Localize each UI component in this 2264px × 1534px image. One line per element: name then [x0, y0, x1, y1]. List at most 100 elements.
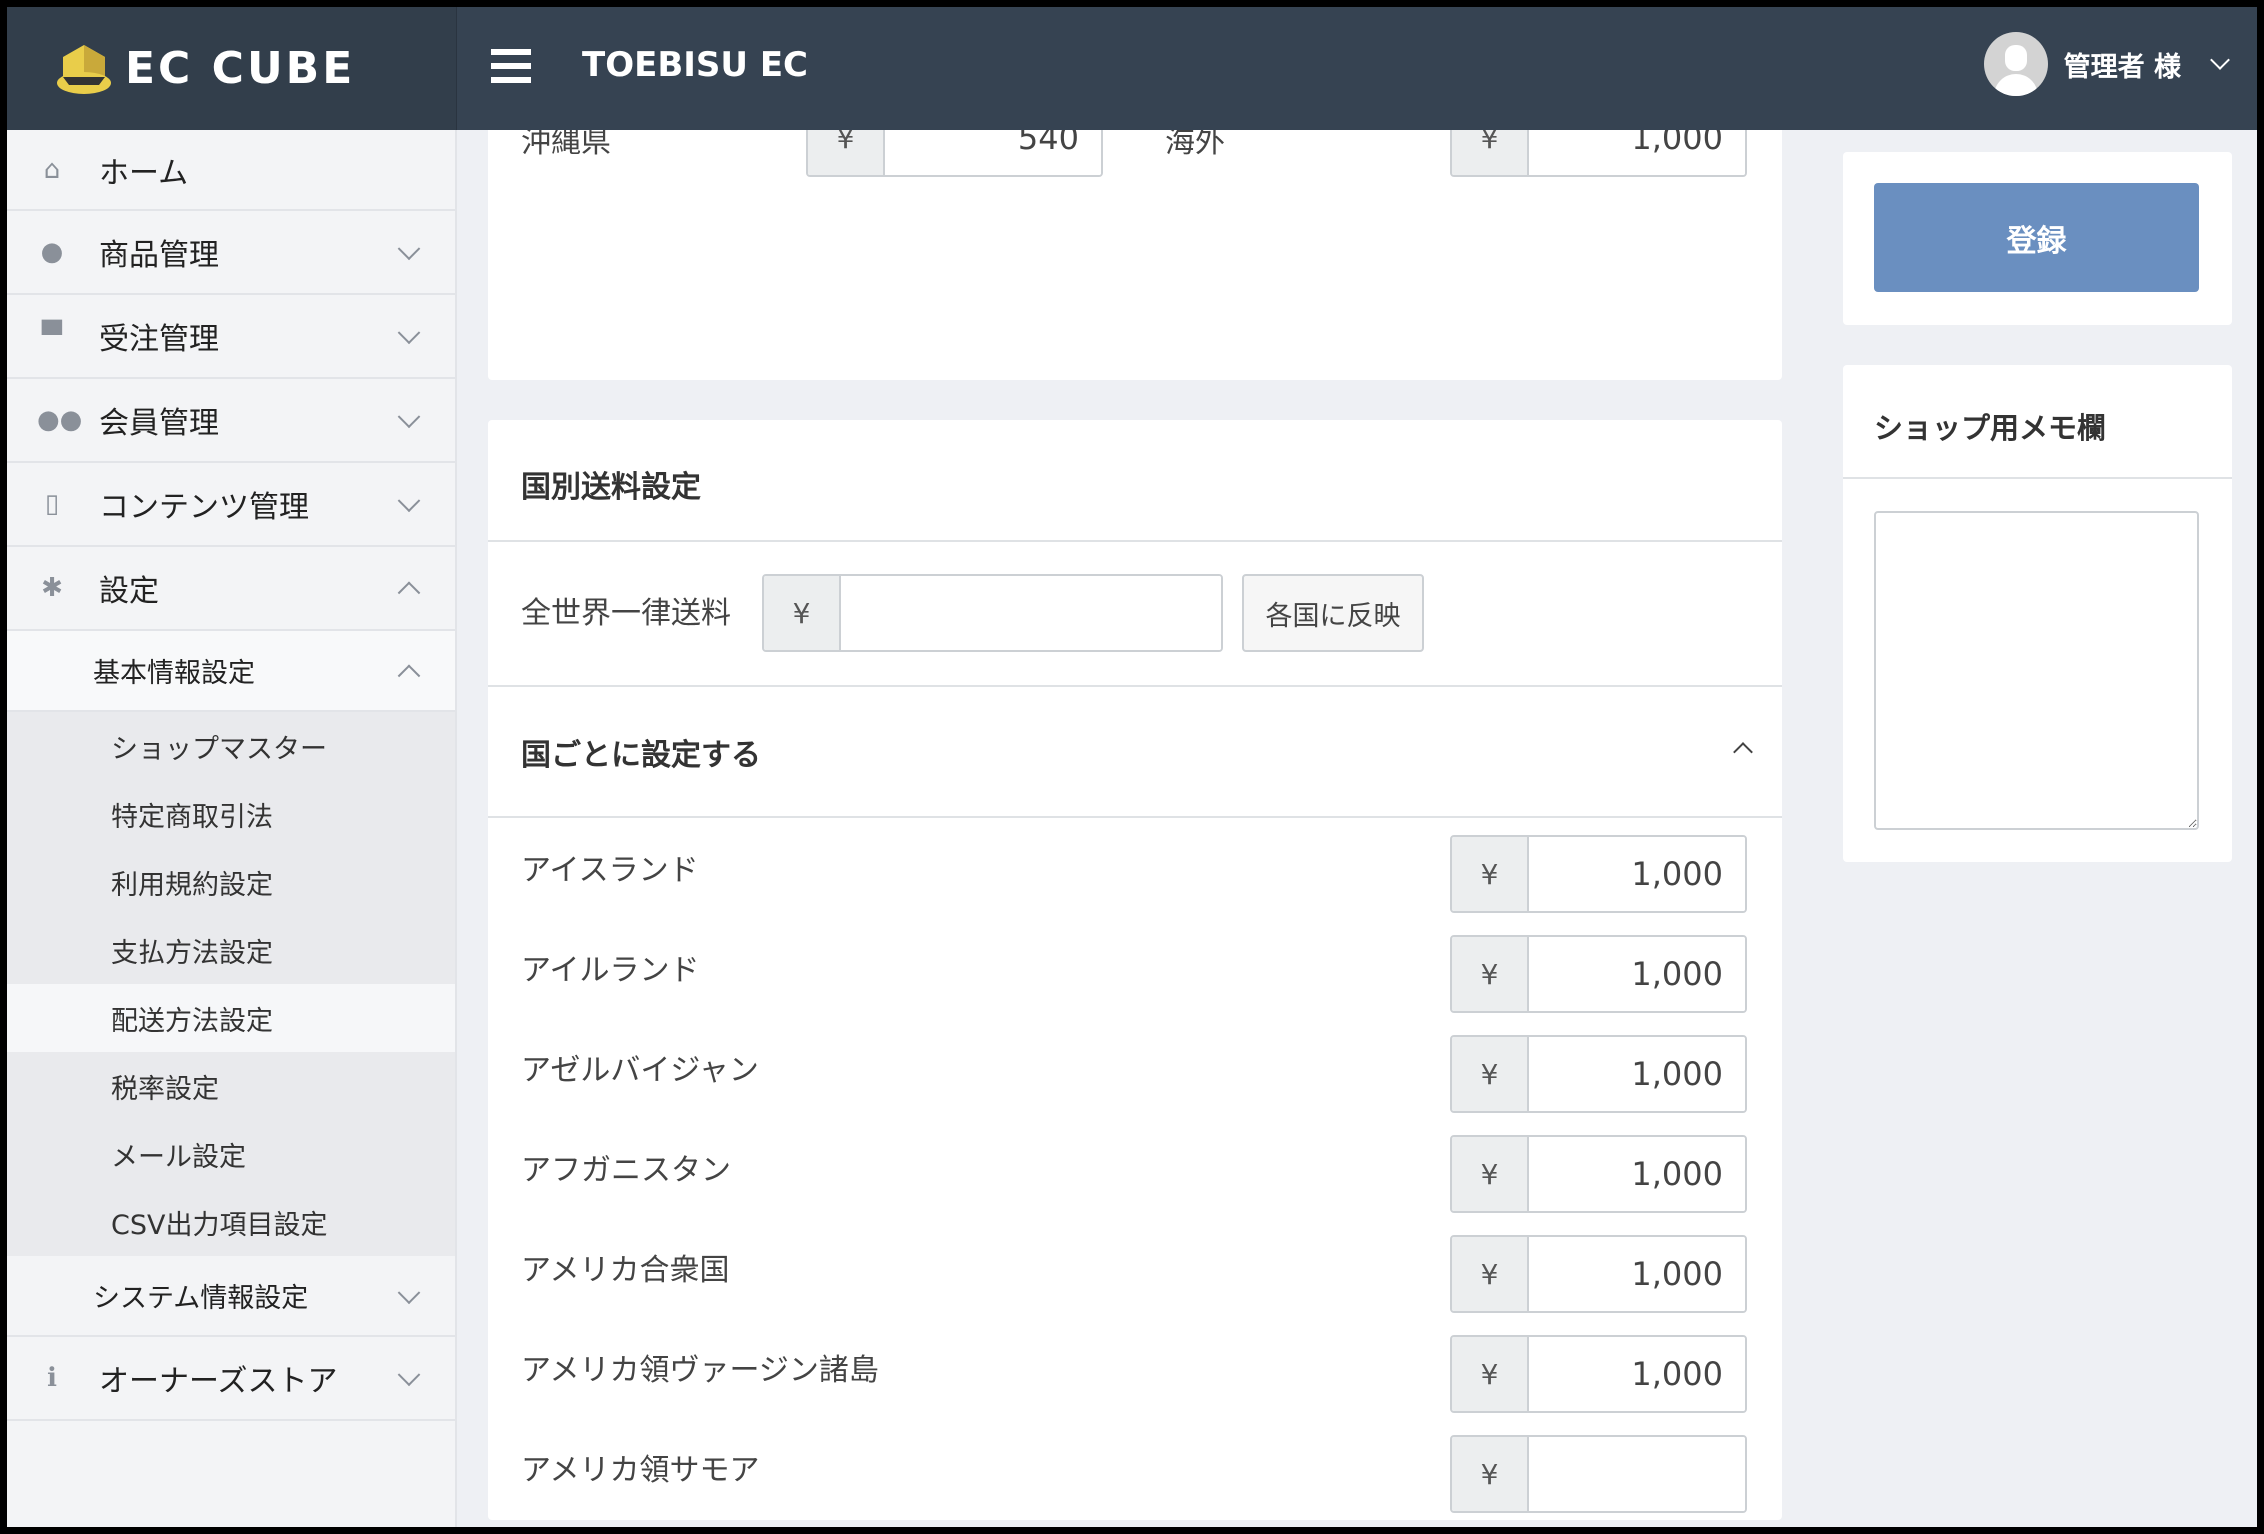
home-icon: ⌂: [43, 154, 61, 185]
register-button[interactable]: 登録: [1874, 183, 2199, 292]
tag-icon: ●: [40, 237, 64, 267]
country-label: アゼルバイジャン: [521, 1053, 759, 1088]
register-card: 登録: [1843, 152, 2232, 325]
info-icon: ℹ: [47, 1363, 57, 1393]
divider: [488, 816, 1782, 818]
sidebar-subitem[interactable]: 税率設定: [7, 1052, 455, 1120]
sidebar-subitem[interactable]: 配送方法設定: [7, 984, 455, 1052]
avatar: [1983, 32, 2048, 96]
sidebar-item-label: オーナーズストア: [99, 1364, 338, 1399]
country-label: アイスランド: [521, 853, 699, 888]
country-label: アメリカ合衆国: [521, 1253, 730, 1288]
chevron-down-icon: [397, 489, 421, 513]
sidebar-item-label: 基本情報設定: [93, 658, 255, 689]
chevron-up-icon: [397, 663, 421, 687]
sidebar-subitem[interactable]: ショップマスター: [7, 712, 455, 780]
per-country-toggle[interactable]: 国ごとに設定する: [521, 730, 761, 774]
country-shipping-card: 国別送料設定 全世界一律送料 ¥ 各国に反映 国ごとに設定する アイスランド ¥1…: [488, 420, 1782, 1520]
country-shipping-input[interactable]: 1,000: [1529, 1337, 1745, 1411]
country-shipping-input[interactable]: [1529, 1437, 1745, 1511]
country-label: アメリカ領ヴァージン諸島: [521, 1353, 879, 1388]
sidebar-subitem[interactable]: 支払方法設定: [7, 916, 455, 984]
gear-icon: ✱: [41, 573, 63, 603]
sidebar-item-basic-settings[interactable]: 基本情報設定: [7, 631, 455, 712]
country-shipping-input-group: ¥1,000: [1450, 1135, 1747, 1213]
sidebar-subitem[interactable]: メール設定: [7, 1120, 455, 1188]
chevron-up-icon[interactable]: [1733, 742, 1753, 762]
sidebar-subitem[interactable]: 利用規約設定: [7, 848, 455, 916]
sidebar-subitem[interactable]: 特定商取引法: [7, 780, 455, 848]
users-icon: ●●: [37, 405, 83, 435]
chevron-down-icon: [397, 405, 421, 429]
sidebar-item-label: 商品管理: [99, 238, 219, 273]
chevron-down-icon: [397, 237, 421, 261]
yen-addon: ¥: [1452, 1237, 1529, 1311]
country-shipping-input-group: ¥1,000: [1450, 835, 1747, 913]
yen-addon: ¥: [1452, 1437, 1529, 1511]
sidebar-item[interactable]: ⌂ ホーム: [7, 130, 455, 211]
country-shipping-input[interactable]: 1,000: [1529, 1037, 1745, 1111]
sidebar-item[interactable]: ● 商品管理: [7, 211, 455, 295]
sidebar: ⌂ ホーム ● 商品管理 ▀ 受注管理 ●● 会員管理 ▯ コンテンツ管理 ✱ 設定基本情報設定ショッ…: [7, 130, 457, 1527]
yen-addon: ¥: [764, 576, 841, 650]
country-shipping-input[interactable]: 1,000: [1529, 1237, 1745, 1311]
country-shipping-input[interactable]: 1,000: [1529, 937, 1745, 1011]
divider: [488, 685, 1782, 687]
sidebar-item-owners-store[interactable]: ℹ オーナーズストア: [7, 1337, 455, 1421]
country-label: アメリカ領サモア: [521, 1453, 760, 1488]
country-shipping-input-group: ¥1,000: [1450, 1235, 1747, 1313]
sidebar-submenu: ショップマスター 特定商取引法 利用規約設定 支払方法設定 配送方法設定 税率設定 メール設…: [7, 712, 455, 1256]
sidebar-item-label: システム情報設定: [93, 1283, 309, 1314]
app-window: EC CUBE TOEBISU EC 管理者 様 ⌂ ホーム ● 商品管理 ▀ 受注管理 ●…: [7, 7, 2257, 1527]
hamburger-menu-icon[interactable]: [491, 49, 531, 85]
sidebar-item-label: 受注管理: [99, 322, 219, 357]
global-shipping-label: 全世界一律送料: [521, 596, 731, 631]
country-shipping-input-group: ¥1,000: [1450, 1035, 1747, 1113]
yen-addon: ¥: [1452, 937, 1529, 1011]
yen-addon: ¥: [1452, 1337, 1529, 1411]
country-shipping-input[interactable]: 1,000: [1529, 837, 1745, 911]
yen-addon: ¥: [1452, 1137, 1529, 1211]
country-section-title: 国別送料設定: [521, 470, 701, 505]
sidebar-subitem[interactable]: CSV出力項目設定: [7, 1188, 455, 1256]
sidebar-item-label: 設定: [99, 574, 159, 609]
yen-addon: ¥: [1452, 1037, 1529, 1111]
sidebar-item[interactable]: ▯ コンテンツ管理: [7, 463, 455, 547]
country-shipping-input-group: ¥1,000: [1450, 935, 1747, 1013]
yen-addon: ¥: [1452, 837, 1529, 911]
country-label: アフガニスタン: [521, 1153, 731, 1188]
sidebar-item-system-settings[interactable]: システム情報設定: [7, 1256, 455, 1337]
sidebar-item[interactable]: ●● 会員管理: [7, 379, 455, 463]
logo-icon: [57, 44, 111, 94]
sidebar-item[interactable]: ▀ 受注管理: [7, 295, 455, 379]
memo-textarea[interactable]: [1874, 511, 2199, 830]
cart-icon: ▀: [42, 321, 62, 351]
sidebar-item-label: コンテンツ管理: [99, 490, 309, 525]
shop-name: TOEBISU EC: [582, 45, 808, 85]
chevron-up-icon: [397, 581, 421, 605]
divider: [488, 540, 1782, 542]
sidebar-item-label: 会員管理: [99, 406, 219, 441]
user-label: 管理者 様: [2063, 51, 2181, 83]
memo-title: ショップ用メモ欄: [1874, 411, 2107, 445]
global-shipping-input[interactable]: [841, 576, 1221, 650]
sidebar-item-label: ホーム: [99, 155, 189, 191]
chevron-down-icon: [397, 321, 421, 345]
country-label: アイルランド: [521, 953, 700, 988]
country-shipping-input-group: ¥1,000: [1450, 1335, 1747, 1413]
apply-to-countries-button[interactable]: 各国に反映: [1242, 574, 1424, 652]
logo-text: EC CUBE: [125, 43, 356, 94]
user-menu[interactable]: 管理者 様: [1983, 32, 2230, 96]
top-header: EC CUBE TOEBISU EC 管理者 様: [7, 7, 2257, 130]
global-shipping-input-group: ¥: [762, 574, 1223, 652]
file-icon: ▯: [44, 489, 60, 519]
memo-card: ショップ用メモ欄: [1843, 365, 2232, 862]
chevron-down-icon: [397, 1363, 421, 1387]
chevron-down-icon: [2210, 50, 2230, 70]
chevron-down-icon: [397, 1280, 421, 1304]
logo[interactable]: EC CUBE: [7, 7, 457, 130]
country-shipping-input[interactable]: 1,000: [1529, 1137, 1745, 1211]
country-shipping-input-group: ¥: [1450, 1435, 1747, 1513]
divider: [1843, 477, 2232, 479]
sidebar-item[interactable]: ✱ 設定: [7, 547, 455, 631]
